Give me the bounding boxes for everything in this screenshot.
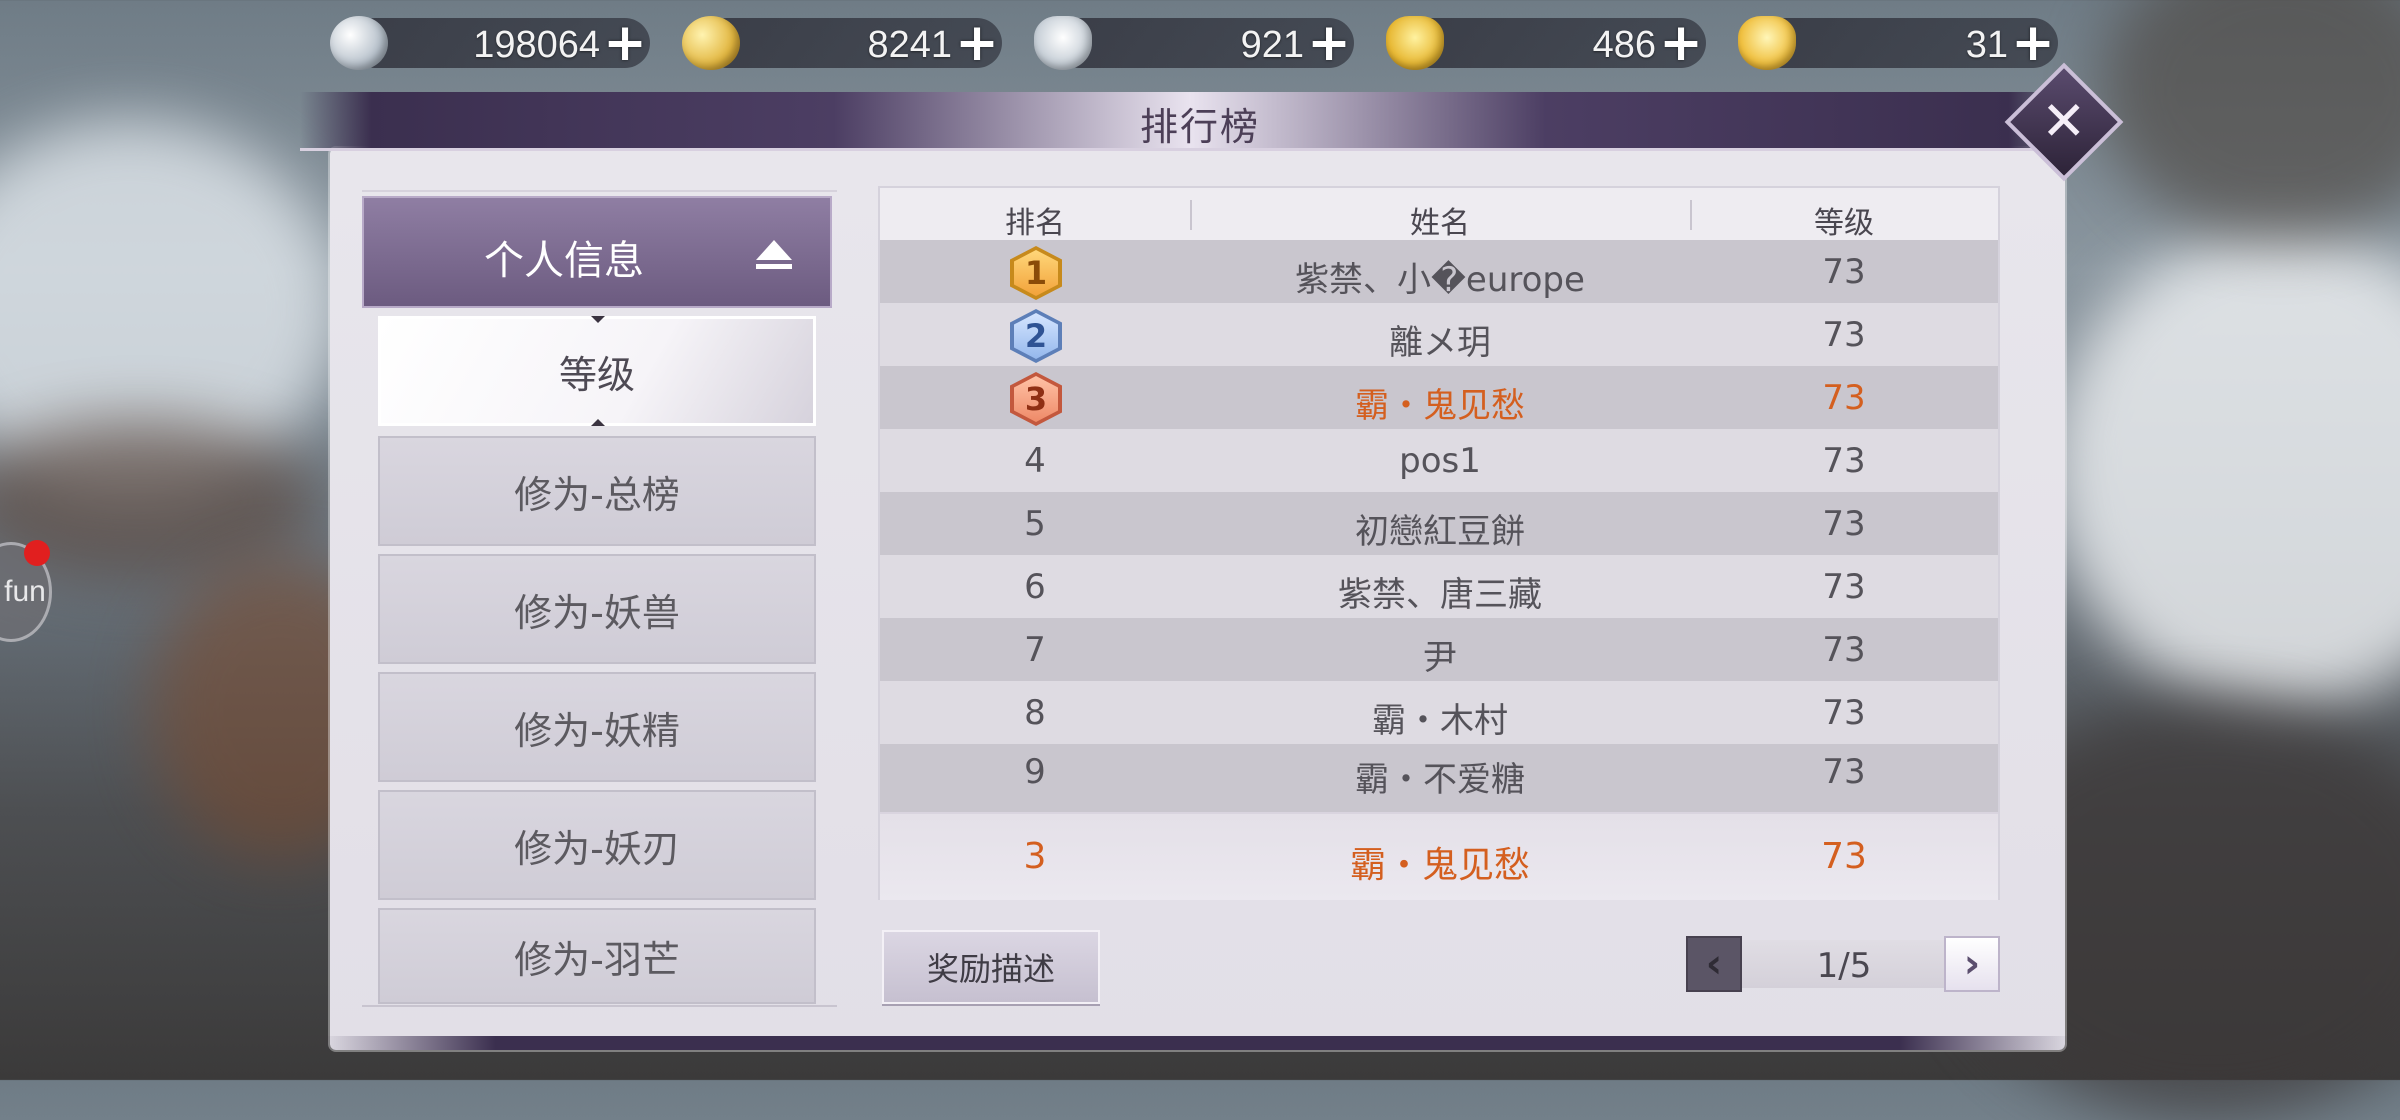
currency-amount: 486 xyxy=(1592,24,1656,66)
collapse-triangle-icon xyxy=(756,240,792,260)
table-row[interactable]: 3 霸・鬼见愁 73 xyxy=(880,366,1998,429)
player-name: pos1 xyxy=(1399,441,1481,481)
previous-page-button[interactable]: ‹ xyxy=(1686,936,1742,992)
player-name: 紫禁、唐三藏 xyxy=(1338,575,1542,615)
add-gold-ingot-button[interactable]: + xyxy=(2008,17,2058,69)
collapse-triangle-icon-base xyxy=(756,264,792,269)
silver-ingot-icon xyxy=(1034,16,1092,70)
player-name: 尹 xyxy=(1423,638,1457,678)
table-row[interactable]: 1 紫禁、小�europe 73 xyxy=(880,240,1998,303)
table-row[interactable]: 9 霸・不爱糖 73 xyxy=(880,744,1998,812)
column-header-rank: 排名 xyxy=(1005,206,1065,241)
rank-gold-badge-icon: 1 xyxy=(1010,246,1062,300)
category-item-cultivation-beast[interactable]: 修为-妖兽 xyxy=(378,554,816,664)
player-name: 初戀紅豆餅 xyxy=(1355,512,1525,552)
add-silver-coin-button[interactable]: + xyxy=(600,17,650,69)
silver-coin-icon xyxy=(330,16,388,70)
column-header-name: 姓名 xyxy=(1410,206,1470,241)
rank-number: 8 xyxy=(1024,693,1046,733)
category-group-header[interactable]: 个人信息 xyxy=(362,196,832,308)
category-item-cultivation-spirit[interactable]: 修为-妖精 xyxy=(378,672,816,782)
background-tree xyxy=(2100,0,2400,240)
player-name: 紫禁、小�europe xyxy=(1295,260,1585,300)
my-player-name: 霸・鬼见愁 xyxy=(1349,845,1530,886)
player-level: 73 xyxy=(1822,378,1866,418)
rank-number: 3 xyxy=(1014,376,1058,422)
rank-number: 2 xyxy=(1014,313,1058,359)
rank-number: 7 xyxy=(1024,630,1046,670)
next-page-button[interactable]: › xyxy=(1944,936,2000,992)
table-row[interactable]: 6 紫禁、唐三藏 73 xyxy=(880,555,1998,618)
floating-fun-label: fun xyxy=(4,575,46,608)
table-row[interactable]: 2 離メ玥 73 xyxy=(880,303,1998,366)
page-indicator: 1/5 xyxy=(1816,946,1872,986)
category-item-cultivation-total[interactable]: 修为-总榜 xyxy=(378,436,816,546)
currency-bar: 198064 + 8241 + 921 + 486 + 31 + xyxy=(330,12,2090,74)
background-snow xyxy=(2050,230,2400,710)
rank-number: 1 xyxy=(1014,250,1058,296)
player-level: 73 xyxy=(1822,252,1866,292)
category-item-cultivation-feather[interactable]: 修为-羽芒 xyxy=(378,908,816,1004)
player-level: 73 xyxy=(1822,630,1866,670)
table-row[interactable]: 8 霸・木村 73 xyxy=(880,681,1998,744)
table-row[interactable]: 4 pos1 73 xyxy=(880,429,1998,492)
player-level: 73 xyxy=(1822,504,1866,544)
player-name: 離メ玥 xyxy=(1389,323,1491,363)
currency-locked-gold-ingot: 486 + xyxy=(1386,12,1738,74)
player-level: 73 xyxy=(1822,441,1866,481)
table-row[interactable]: 7 尹 73 xyxy=(880,618,1998,681)
category-group-label: 个人信息 xyxy=(484,238,644,284)
gold-ingot-icon xyxy=(1738,16,1796,70)
divider xyxy=(362,190,837,192)
currency-amount: 921 xyxy=(1240,24,1304,66)
rank-number: 4 xyxy=(1024,441,1046,481)
currency-amount: 8241 xyxy=(867,24,952,66)
currency-gold-coin: 8241 + xyxy=(682,12,1034,74)
my-rank-number: 3 xyxy=(1023,836,1047,877)
category-item-cultivation-blade[interactable]: 修为-妖刃 xyxy=(378,790,816,900)
locked-gold-ingot-icon xyxy=(1386,16,1444,70)
category-item-level[interactable]: 等级 xyxy=(378,316,816,426)
player-level: 73 xyxy=(1822,315,1866,355)
add-locked-gold-ingot-button[interactable]: + xyxy=(1656,17,1706,69)
chevron-right-icon: › xyxy=(1963,941,1981,987)
table-header: 排名 姓名 等级 xyxy=(880,188,1998,241)
player-level: 73 xyxy=(1822,693,1866,733)
currency-amount: 198064 xyxy=(473,24,600,66)
reward-description-button[interactable]: 奖励描述 xyxy=(882,930,1100,1004)
currency-silver-coin: 198064 + xyxy=(330,12,682,74)
currency-amount: 31 xyxy=(1965,24,2008,66)
rank-number: 9 xyxy=(1024,752,1046,792)
notification-dot xyxy=(24,540,50,566)
rank-number: 5 xyxy=(1024,504,1046,544)
chevron-left-icon: ‹ xyxy=(1705,941,1723,987)
my-player-level: 73 xyxy=(1821,836,1867,877)
currency-gold-ingot: 31 + xyxy=(1738,12,2090,74)
divider xyxy=(362,1005,837,1007)
rank-number: 6 xyxy=(1024,567,1046,607)
panel-title: 排行榜 xyxy=(1139,105,1260,149)
rank-silver-badge-icon: 2 xyxy=(1010,309,1062,363)
player-name: 霸・鬼见愁 xyxy=(1355,386,1525,426)
my-ranking-row: 3 霸・鬼见愁 73 xyxy=(880,812,1998,900)
add-silver-ingot-button[interactable]: + xyxy=(1304,17,1354,69)
player-level: 73 xyxy=(1822,567,1866,607)
table-row[interactable]: 5 初戀紅豆餅 73 xyxy=(880,492,1998,555)
player-name: 霸・木村 xyxy=(1372,701,1508,741)
gold-coin-icon xyxy=(682,16,740,70)
currency-silver-ingot: 921 + xyxy=(1034,12,1386,74)
panel-footer-bar xyxy=(320,1036,2075,1050)
close-icon: ✕ xyxy=(2041,90,2087,153)
column-header-level: 等级 xyxy=(1814,206,1874,241)
add-gold-coin-button[interactable]: + xyxy=(952,17,1002,69)
rank-bronze-badge-icon: 3 xyxy=(1010,372,1062,426)
pagination: ‹ 1/5 › xyxy=(1686,936,2000,992)
ranking-table: 排名 姓名 等级 1 紫禁、小�europe 73 2 離メ玥 73 3 霸・鬼… xyxy=(878,186,2000,900)
player-level: 73 xyxy=(1822,752,1866,792)
player-name: 霸・不爱糖 xyxy=(1355,760,1525,800)
